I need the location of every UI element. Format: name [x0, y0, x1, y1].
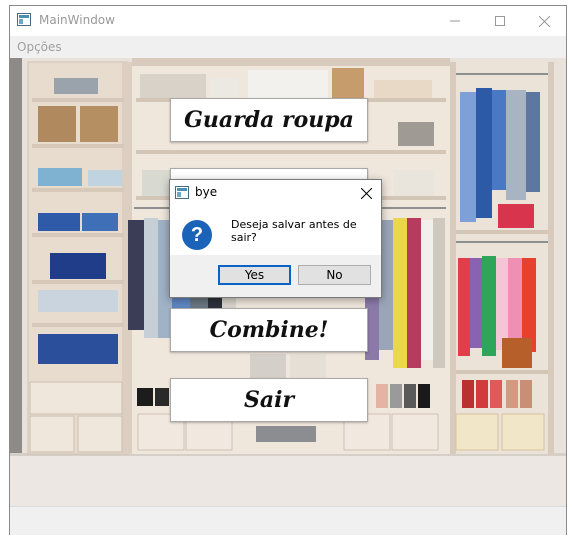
sair-button[interactable]: Sair — [170, 378, 368, 422]
yes-button[interactable]: Yes — [218, 265, 291, 285]
combine-button[interactable]: Combine! — [170, 308, 368, 352]
dialog-title: bye — [195, 185, 218, 199]
menu-bar: Opções — [10, 36, 566, 58]
minimize-icon — [449, 20, 460, 22]
guarda-roupa-button[interactable]: Guarda roupa — [170, 98, 368, 142]
close-icon — [539, 15, 550, 27]
dialog-app-icon — [175, 186, 189, 199]
title-bar: MainWindow — [10, 6, 566, 36]
dialog-title-bar: bye — [170, 180, 381, 206]
dialog-body: ? Deseja salvar antes de sair? — [170, 206, 381, 255]
maximize-button[interactable] — [477, 6, 522, 36]
close-icon — [360, 187, 372, 199]
question-icon: ? — [182, 220, 212, 250]
no-button[interactable]: No — [298, 265, 371, 285]
menu-opcoes[interactable]: Opções — [17, 40, 62, 54]
dialog-button-row: Yes No — [170, 255, 381, 297]
window-title: MainWindow — [39, 13, 115, 27]
dialog-message: Deseja salvar antes de sair? — [231, 218, 357, 244]
minimize-button[interactable] — [432, 6, 477, 36]
save-confirm-dialog: bye ? Deseja salvar antes de sair? Yes N… — [169, 179, 382, 298]
maximize-icon — [494, 16, 505, 26]
app-icon — [17, 13, 31, 26]
dialog-close-button[interactable] — [351, 180, 381, 206]
status-bar — [10, 506, 566, 535]
close-button[interactable] — [522, 6, 567, 36]
